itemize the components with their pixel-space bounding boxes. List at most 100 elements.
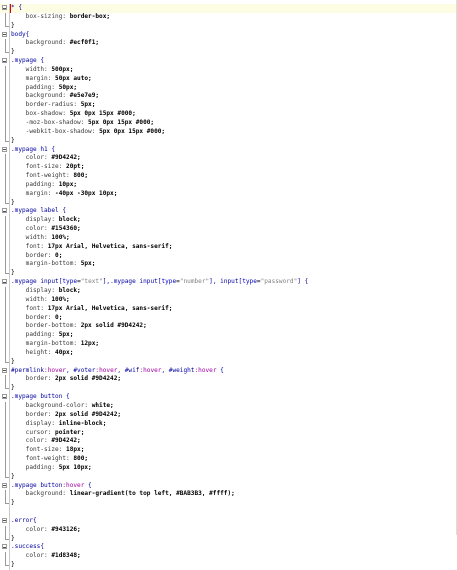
code-line[interactable]: height: 40px;	[0, 348, 457, 358]
fold-toggle-icon[interactable]	[2, 482, 7, 488]
code-line[interactable]: border: 2px solid #9D4242;	[0, 375, 457, 385]
code-line[interactable]: cursor: pointer;	[0, 428, 457, 438]
code-text: .mypage {	[11, 57, 44, 66]
fold-toggle-icon[interactable]	[2, 517, 7, 523]
fold-gutter[interactable]	[1, 4, 10, 13]
code-line[interactable]: background: #e5e7e9;	[0, 92, 457, 102]
code-line[interactable]: color: #943126;	[0, 525, 457, 535]
code-line[interactable]: color: #154360;	[0, 225, 457, 234]
code-line[interactable]: background: linear-gradient(to top left,…	[0, 490, 457, 500]
code-line[interactable]: padding: 50px;	[0, 83, 457, 93]
code-line[interactable]: border: 2px solid #9D4242;	[0, 410, 457, 420]
code-line[interactable]: .success{	[0, 543, 457, 553]
code-token: 5px 0px 15px #000;	[88, 118, 155, 126]
fold-gutter[interactable]	[1, 366, 10, 376]
fold-gutter[interactable]	[1, 57, 10, 66]
code-line[interactable]: margin: -40px -30px 10px;	[0, 189, 457, 199]
code-line[interactable]: background: #ecf0f1;	[0, 39, 457, 49]
code-line[interactable]: }	[0, 269, 457, 279]
code-line[interactable]: padding: 10px;	[0, 180, 457, 190]
code-line[interactable]: width: 100%;	[0, 295, 457, 305]
fold-gutter[interactable]	[1, 30, 10, 40]
code-text: }	[11, 561, 15, 570]
code-editor[interactable]: * { box-sizing: border-box;} body{ backgr…	[0, 4, 457, 570]
code-line[interactable]: border-bottom: 2px solid #9D4242;	[0, 322, 457, 332]
fold-gutter[interactable]	[1, 481, 10, 491]
code-line[interactable]: .mypage button {	[0, 393, 457, 402]
code-line[interactable]: font-size: 18px;	[0, 446, 457, 456]
code-line[interactable]: -moz-box-shadow: 5px 0px 15px #000;	[0, 118, 457, 128]
code-line[interactable]: body{	[0, 30, 457, 40]
code-line[interactable]: box-sizing: border-box;	[0, 12, 457, 22]
code-line[interactable]: }	[0, 534, 457, 544]
fold-toggle-icon[interactable]	[2, 31, 7, 37]
fold-gutter[interactable]	[1, 393, 10, 402]
code-line[interactable]: font: 17px Arial, Helvetica, sans-serif;	[0, 304, 457, 314]
fold-end-marker	[5, 499, 9, 505]
fold-toggle-icon[interactable]	[2, 58, 7, 64]
code-line[interactable]: color: #9D4242;	[0, 154, 457, 164]
code-line[interactable]: font: 17px Arial, Helvetica, sans-serif;	[0, 242, 457, 252]
code-line[interactable]: margin: 50px auto;	[0, 74, 457, 84]
code-token: 5px;	[58, 331, 74, 339]
code-line[interactable]: -webkit-box-shadow: 5px 0px 15px #000;	[0, 127, 457, 137]
code-line[interactable]: color: #1d8348;	[0, 552, 457, 562]
code-line[interactable]: display: block;	[0, 216, 457, 226]
code-line[interactable]: padding: 5px;	[0, 331, 457, 341]
code-line[interactable]: }	[0, 198, 457, 208]
code-text: font: 17px Arial, Helvetica, sans-serif;	[11, 305, 173, 314]
code-line[interactable]: font-weight: 800;	[0, 455, 457, 464]
fold-guide-line	[5, 419, 6, 429]
code-line[interactable]: box-shadow: 5px 0px 15px #000;	[0, 110, 457, 119]
fold-toggle-icon[interactable]	[2, 5, 7, 10]
code-line[interactable]: }	[0, 48, 457, 58]
code-line[interactable]: .mypage {	[0, 57, 457, 66]
code-line[interactable]: border-radius: 5px;	[0, 101, 457, 111]
fold-toggle-icon[interactable]	[2, 279, 7, 285]
fold-toggle-icon[interactable]	[2, 394, 7, 400]
code-token: .mypage h1 {	[11, 145, 56, 153]
code-line[interactable]: }	[0, 499, 457, 509]
fold-guide-line	[5, 65, 6, 75]
code-line[interactable]: * {	[0, 4, 457, 13]
code-line[interactable]: background-color: white;	[0, 401, 457, 411]
code-line[interactable]: .mypage h1 {	[0, 145, 457, 155]
code-line[interactable]: margin-bottom: 12px;	[0, 340, 457, 349]
fold-toggle-icon[interactable]	[2, 367, 7, 373]
fold-guide-line	[5, 127, 6, 137]
code-line[interactable]: }	[0, 21, 457, 31]
code-line[interactable]: font-weight: 800;	[0, 172, 457, 181]
code-line[interactable]: font-size: 20pt;	[0, 163, 457, 173]
code-line[interactable]: .mypage label {	[0, 207, 457, 217]
code-line[interactable]: }	[0, 472, 457, 482]
code-line[interactable]: border: 0;	[0, 251, 457, 261]
fold-gutter[interactable]	[1, 543, 10, 553]
code-line[interactable]: display: block;	[0, 287, 457, 296]
code-line[interactable]: padding: 5px 10px;	[0, 463, 457, 473]
code-line[interactable]: width: 500px;	[0, 65, 457, 75]
fold-gutter	[1, 534, 10, 544]
code-line[interactable]: display: inline-block;	[0, 419, 457, 429]
code-line[interactable]: width: 100%;	[0, 233, 457, 243]
fold-gutter[interactable]	[1, 516, 10, 526]
fold-gutter[interactable]	[1, 207, 10, 217]
code-text: padding: 5px;	[11, 331, 74, 340]
code-line[interactable]: .mypage input[type="text"],.mypage input…	[0, 278, 457, 287]
code-line[interactable]	[0, 508, 457, 517]
code-line[interactable]: .error{	[0, 516, 457, 526]
code-line[interactable]: color: #9D4242;	[0, 437, 457, 447]
fold-gutter[interactable]	[1, 145, 10, 155]
code-token: display:	[11, 287, 59, 294]
fold-toggle-icon[interactable]	[2, 544, 7, 550]
code-line[interactable]: margin-bottom: 5px;	[0, 260, 457, 270]
fold-gutter[interactable]	[1, 278, 10, 287]
code-line[interactable]: }	[0, 561, 457, 570]
fold-guide-line	[5, 189, 6, 199]
code-line[interactable]: }	[0, 384, 457, 394]
fold-toggle-icon[interactable]	[2, 146, 7, 152]
fold-guide-line	[5, 437, 6, 447]
code-line[interactable]: }	[0, 136, 457, 146]
code-line[interactable]: }	[0, 357, 457, 367]
fold-toggle-icon[interactable]	[2, 208, 7, 214]
code-token: 2px solid #9D4242;	[55, 410, 122, 418]
